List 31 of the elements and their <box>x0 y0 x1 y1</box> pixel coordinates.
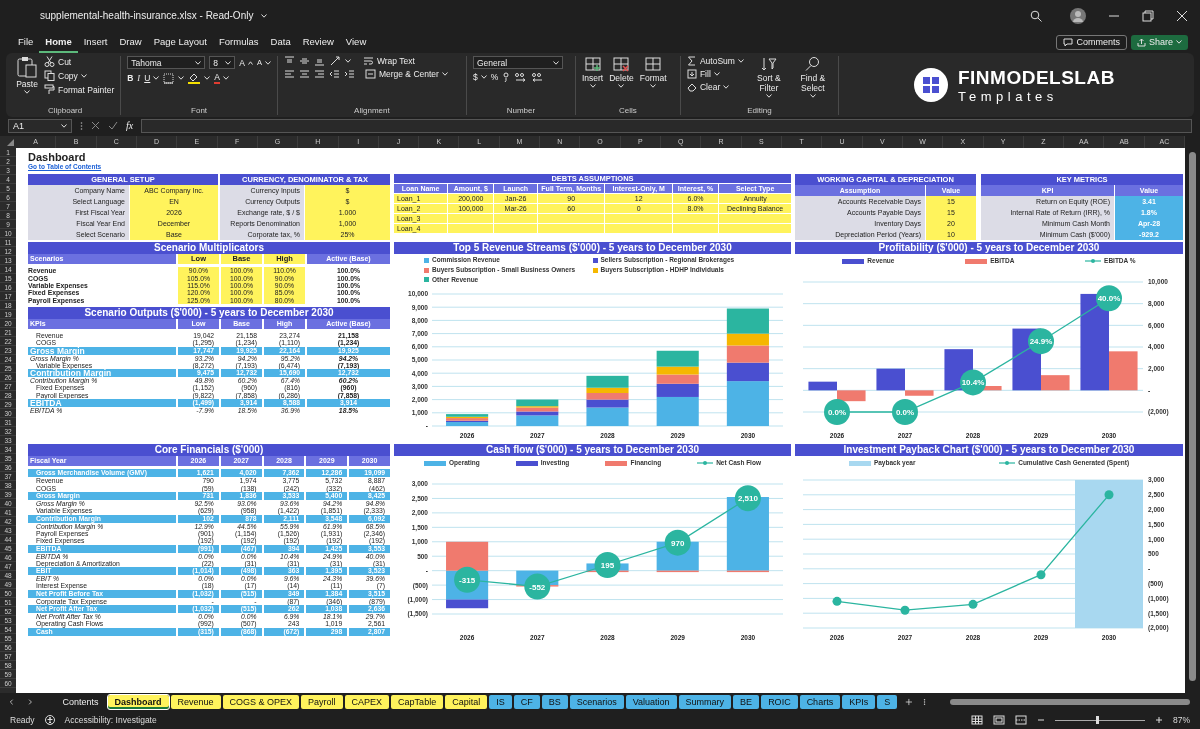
data-label: 2,510 <box>737 494 758 504</box>
chart-title: Investment Payback Chart ($'000) - 5 years to December 2030 <box>795 444 1183 457</box>
data-label: 195 <box>600 561 615 571</box>
data-label: 10.4% <box>961 378 985 388</box>
ribbon-group-label: Number <box>505 105 537 115</box>
ribbon-group-label: Cells <box>618 105 638 115</box>
chart-title: Top 5 Revenue Streams ($'000) - 5 years to December 2030 <box>394 242 791 255</box>
data-label: 0.0% <box>827 408 847 418</box>
section-title: Scenario Outputs ($'000) - 5 years to December 2030 <box>28 306 390 319</box>
ribbon-group-label: Alignment <box>353 105 391 115</box>
section-title: Scenario Multiplicators <box>28 242 390 255</box>
data-label: -552 <box>529 583 546 593</box>
data-label: 970 <box>671 539 685 549</box>
data-label: 0.0% <box>895 408 915 418</box>
ribbon-group-label: Clipboard <box>47 105 84 115</box>
sheet-title: Dashboard <box>28 150 86 163</box>
data-label: 24.9% <box>1029 337 1053 347</box>
chart-title: Cash flow ($'000) - 5 years to December 2030 <box>394 444 791 457</box>
ribbon-group-label: Font <box>190 105 209 115</box>
data-label: -315 <box>459 576 476 586</box>
row-label: Gross Margin <box>28 346 176 355</box>
data-label: 40.0% <box>1097 294 1121 304</box>
logo-name: FINMODELSLAB <box>957 67 1115 89</box>
row-label: Contribution Margin <box>28 369 176 378</box>
section-title: Core Financials ($'000) <box>28 444 390 457</box>
row-label: EBITDA <box>28 399 176 407</box>
window-title: supplemental-health-insurance.xlsx - Read-Only <box>40 10 254 22</box>
chart-title: Profitability ($'000) - 5 years to December 2030 <box>795 242 1183 255</box>
status-text: Ready <box>10 715 35 726</box>
ribbon-group-label: Editing <box>746 105 773 115</box>
logo-tagline: Templates <box>957 89 1059 104</box>
